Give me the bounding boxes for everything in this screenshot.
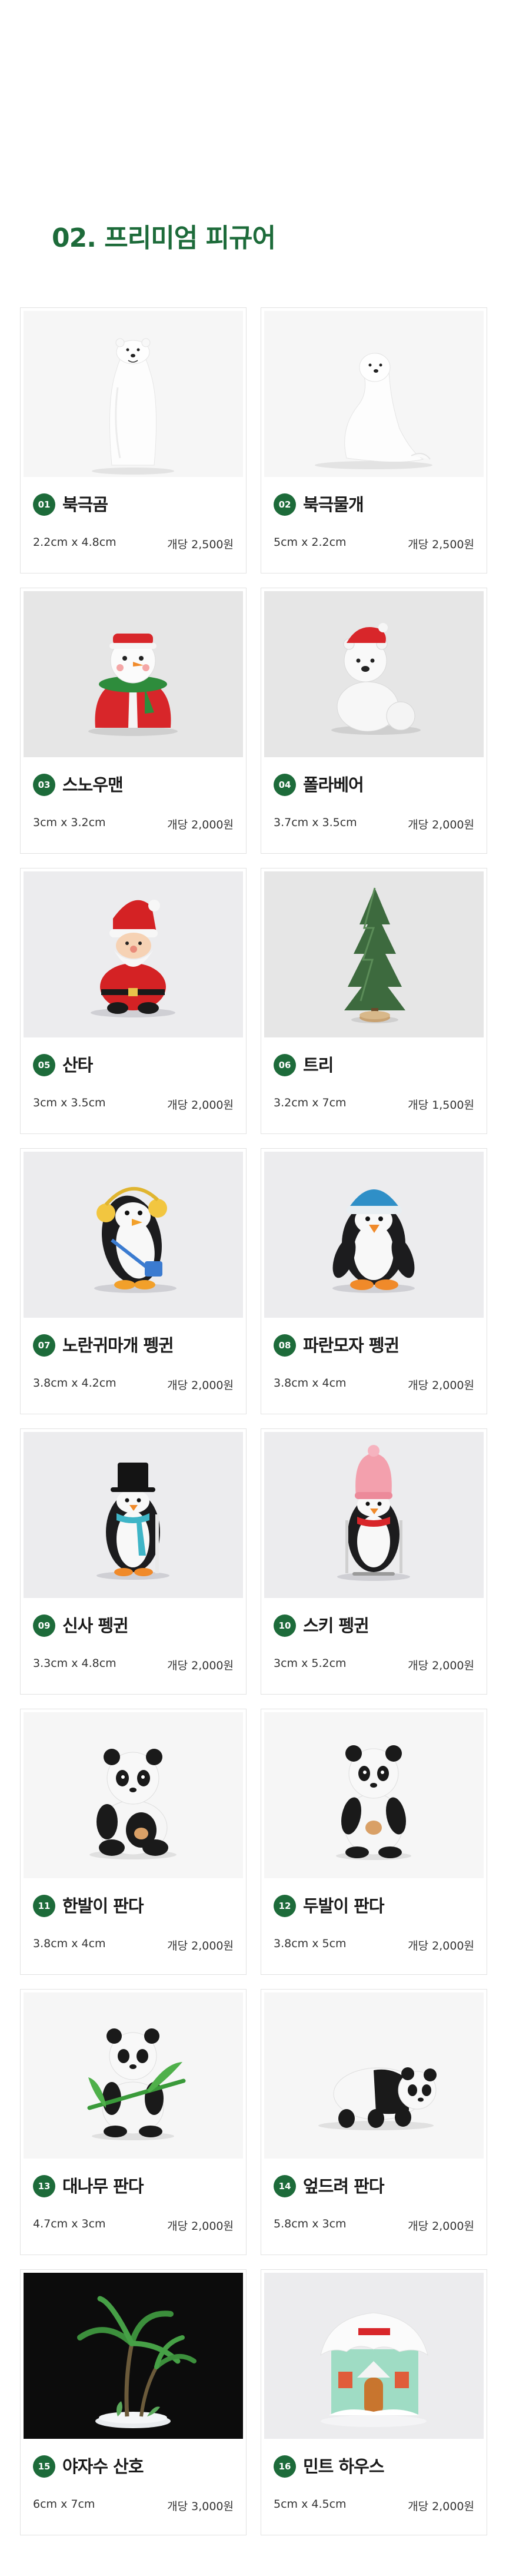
product-number-badge: 02 [274, 493, 296, 516]
product-size: 3.7cm x 3.5cm [274, 816, 357, 829]
product-price: 개당 3,000원 [167, 2500, 234, 2513]
product-name: 트리 [303, 1055, 334, 1075]
product-photo-seal [264, 311, 484, 477]
product-name: 북극곰 [62, 495, 108, 515]
product-price: 개당 2,000원 [408, 1940, 474, 1952]
product-card[interactable]: 12 두발이 판다 3.8cm x 5cm 개당 2,000원 [261, 1709, 487, 1975]
product-photo-penguin-gentleman [24, 1432, 243, 1598]
product-size: 3.8cm x 4cm [274, 1377, 347, 1390]
product-size: 3.3cm x 4.8cm [33, 1657, 116, 1670]
product-price: 개당 2,000원 [167, 1659, 234, 1672]
product-name: 노란귀마개 펭귄 [62, 1335, 174, 1355]
product-card[interactable]: 14 엎드려 판다 5.8cm x 3cm 개당 2,000원 [261, 1989, 487, 2255]
product-photo-snowman [24, 591, 243, 757]
product-name: 엎드려 판다 [303, 2176, 384, 2196]
section-title: 02. 프리미엄 피규어 [52, 223, 276, 253]
product-name: 북극물개 [303, 495, 364, 515]
product-number-badge: 15 [33, 2455, 55, 2478]
product-size: 3.8cm x 4cm [33, 1937, 106, 1950]
product-price: 개당 2,000원 [408, 1659, 474, 1672]
product-grid: 01 북극곰 2.2cm x 4.8cm 개당 2,500원 02 북극물개 5… [20, 307, 487, 2535]
product-card[interactable]: 08 파란모자 펭귄 3.8cm x 4cm 개당 2,000원 [261, 1148, 487, 1414]
product-price: 개당 2,000원 [408, 2500, 474, 2513]
product-card[interactable]: 13 대나무 판다 4.7cm x 3cm 개당 2,000원 [20, 1989, 247, 2255]
product-price: 개당 1,500원 [408, 1099, 474, 1112]
product-photo-palm-coral [24, 2273, 243, 2439]
product-photo-penguin-ski [264, 1432, 484, 1598]
product-size: 3cm x 3.2cm [33, 816, 106, 829]
product-price: 개당 2,500원 [167, 538, 234, 551]
product-price: 개당 2,500원 [408, 538, 474, 551]
product-price: 개당 2,000원 [167, 1099, 234, 1112]
product-name: 한발이 판다 [62, 1896, 144, 1916]
product-card[interactable]: 04 폴라베어 3.7cm x 3.5cm 개당 2,000원 [261, 588, 487, 854]
product-size: 5.8cm x 3cm [274, 2217, 347, 2230]
product-size: 5cm x 4.5cm [274, 2498, 347, 2511]
product-card[interactable]: 09 신사 펭귄 3.3cm x 4.8cm 개당 2,000원 [20, 1428, 247, 1695]
product-name: 야자수 산호 [62, 2456, 144, 2476]
product-size: 3cm x 5.2cm [274, 1657, 347, 1670]
product-number-badge: 10 [274, 1614, 296, 1637]
product-size: 4.7cm x 3cm [33, 2217, 106, 2230]
product-card[interactable]: 02 북극물개 5cm x 2.2cm 개당 2,500원 [261, 307, 487, 573]
product-photo-penguin-blue-hat [264, 1152, 484, 1318]
product-size: 6cm x 7cm [33, 2498, 95, 2511]
product-photo-panda-one-paw [24, 1712, 243, 1878]
product-name: 두발이 판다 [303, 1896, 384, 1916]
product-photo-polar-bear [24, 311, 243, 477]
product-card[interactable]: 11 한발이 판다 3.8cm x 4cm 개당 2,000원 [20, 1709, 247, 1975]
product-photo-polar-bear-hat [264, 591, 484, 757]
product-photo-panda-bamboo [24, 1992, 243, 2159]
product-photo-panda-two-paws [264, 1712, 484, 1878]
product-number-badge: 11 [33, 1895, 55, 1917]
product-number-badge: 08 [274, 1334, 296, 1357]
product-number-badge: 01 [33, 493, 55, 516]
product-number-badge: 06 [274, 1054, 296, 1076]
product-number-badge: 04 [274, 774, 296, 796]
product-price: 개당 2,000원 [167, 1379, 234, 1392]
product-size: 5cm x 2.2cm [274, 536, 347, 549]
product-price: 개당 2,000원 [167, 2220, 234, 2233]
product-card[interactable]: 10 스키 펭귄 3cm x 5.2cm 개당 2,000원 [261, 1428, 487, 1695]
product-number-badge: 13 [33, 2175, 55, 2197]
product-card[interactable]: 05 산타 3cm x 3.5cm 개당 2,000원 [20, 868, 247, 1134]
product-price: 개당 2,000원 [408, 818, 474, 831]
product-card[interactable]: 15 야자수 산호 6cm x 7cm 개당 3,000원 [20, 2269, 247, 2535]
product-card[interactable]: 01 북극곰 2.2cm x 4.8cm 개당 2,500원 [20, 307, 247, 573]
product-name: 스키 펭귄 [303, 1616, 369, 1636]
product-card[interactable]: 07 노란귀마개 펭귄 3.8cm x 4.2cm 개당 2,000원 [20, 1148, 247, 1414]
product-card[interactable]: 16 민트 하우스 5cm x 4.5cm 개당 2,000원 [261, 2269, 487, 2535]
product-number-badge: 09 [33, 1614, 55, 1637]
product-name: 폴라베어 [303, 775, 364, 795]
product-card[interactable]: 06 트리 3.2cm x 7cm 개당 1,500원 [261, 868, 487, 1134]
product-size: 3.2cm x 7cm [274, 1096, 347, 1109]
product-number-badge: 12 [274, 1895, 296, 1917]
product-size: 2.2cm x 4.8cm [33, 536, 116, 549]
product-price: 개당 2,000원 [408, 1379, 474, 1392]
product-size: 3.8cm x 5cm [274, 1937, 347, 1950]
product-size: 3.8cm x 4.2cm [33, 1377, 116, 1390]
product-price: 개당 2,000원 [167, 818, 234, 831]
product-name: 파란모자 펭귄 [303, 1335, 400, 1355]
product-number-badge: 05 [33, 1054, 55, 1076]
product-photo-mint-house [264, 2273, 484, 2439]
product-photo-santa [24, 871, 243, 1037]
product-photo-panda-lying [264, 1992, 484, 2159]
product-number-badge: 07 [33, 1334, 55, 1357]
product-number-badge: 16 [274, 2455, 296, 2478]
product-size: 3cm x 3.5cm [33, 1096, 106, 1109]
product-name: 신사 펭귄 [62, 1616, 129, 1636]
product-name: 산타 [62, 1055, 93, 1075]
product-photo-tree [264, 871, 484, 1037]
product-name: 민트 하우스 [303, 2456, 384, 2476]
product-card[interactable]: 03 스노우맨 3cm x 3.2cm 개당 2,000원 [20, 588, 247, 854]
product-number-badge: 03 [33, 774, 55, 796]
product-price: 개당 2,000원 [167, 1940, 234, 1952]
product-name: 스노우맨 [62, 775, 124, 795]
product-name: 대나무 판다 [62, 2176, 144, 2196]
product-photo-penguin-earmuffs [24, 1152, 243, 1318]
product-price: 개당 2,000원 [408, 2220, 474, 2233]
product-number-badge: 14 [274, 2175, 296, 2197]
